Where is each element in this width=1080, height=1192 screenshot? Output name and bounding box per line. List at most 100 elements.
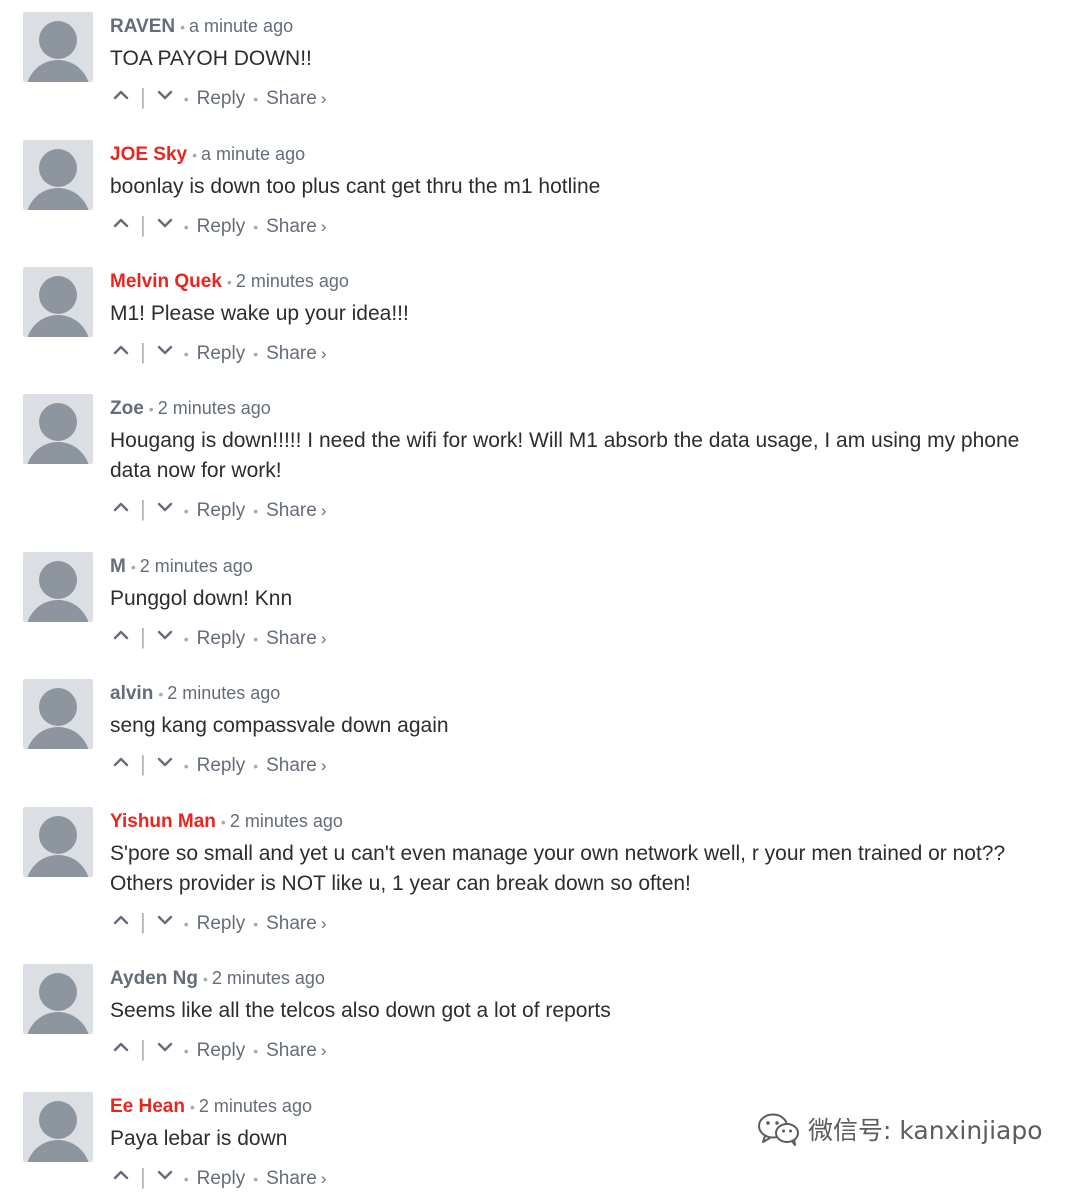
comment-actions: | • Reply • Share › <box>110 909 326 935</box>
comment-meta: Ee Hean • 2 minutes ago <box>110 1094 312 1118</box>
reply-button[interactable]: Reply <box>197 343 246 364</box>
chevron-right-icon: › <box>320 756 327 775</box>
downvote-button[interactable] <box>154 496 176 522</box>
share-button[interactable]: Share › <box>266 88 326 109</box>
chevron-up-icon <box>113 758 129 767</box>
comment-body: Punggol down! Knn <box>110 584 1070 614</box>
comment-text-line: Hougang is down!!!!! I need the wifi for… <box>110 429 1020 452</box>
downvote-button[interactable] <box>154 909 176 935</box>
comment-text-line: data now for work! <box>110 459 282 482</box>
avatar[interactable] <box>23 679 93 749</box>
upvote-button[interactable] <box>110 339 132 365</box>
upvote-button[interactable] <box>110 496 132 522</box>
avatar[interactable] <box>23 12 93 82</box>
action-separator: • <box>183 631 189 647</box>
avatar[interactable] <box>23 552 93 622</box>
downvote-button[interactable] <box>154 339 176 365</box>
comment-timestamp[interactable]: 2 minutes ago <box>158 398 271 418</box>
downvote-button[interactable] <box>154 1164 176 1190</box>
upvote-button[interactable] <box>110 84 132 110</box>
downvote-button[interactable] <box>154 751 176 777</box>
comment-timestamp[interactable]: a minute ago <box>189 16 293 36</box>
action-separator: • <box>253 1171 259 1187</box>
author-name[interactable]: Yishun Man <box>110 811 216 832</box>
comment-timestamp[interactable]: 2 minutes ago <box>212 968 325 988</box>
avatar[interactable] <box>23 1092 93 1162</box>
avatar-head <box>39 688 77 726</box>
chevron-down-icon <box>157 346 172 355</box>
comment-actions: | • Reply • Share › <box>110 496 326 522</box>
author-name[interactable]: M <box>110 556 126 577</box>
comment-timestamp[interactable]: 2 minutes ago <box>140 556 253 576</box>
reply-button[interactable]: Reply <box>197 755 246 776</box>
avatar[interactable] <box>23 807 93 877</box>
action-separator: • <box>253 219 259 235</box>
comment-timestamp[interactable]: 2 minutes ago <box>199 1096 312 1116</box>
vote-divider: | <box>140 909 146 934</box>
share-button[interactable]: Share › <box>266 755 326 776</box>
downvote-button[interactable] <box>154 624 176 650</box>
share-button[interactable]: Share › <box>266 913 326 934</box>
author-name[interactable]: Melvin Quek <box>110 271 222 292</box>
chevron-down-icon <box>157 219 172 228</box>
upvote-button[interactable] <box>110 751 132 777</box>
avatar[interactable] <box>23 140 93 210</box>
reply-button[interactable]: Reply <box>197 1040 246 1061</box>
chevron-up-icon <box>113 631 129 640</box>
downvote-button[interactable] <box>154 1036 176 1062</box>
comment-text-line: Punggol down! Knn <box>110 587 293 610</box>
comment-text-line: S'pore so small and yet u can't even man… <box>110 842 1006 865</box>
chevron-right-icon: › <box>320 1041 327 1060</box>
author-name[interactable]: Ayden Ng <box>110 968 198 989</box>
chevron-up-icon <box>113 503 129 512</box>
comment-actions: | • Reply • Share › <box>110 624 326 650</box>
comment-actions: | • Reply • Share › <box>110 751 326 777</box>
share-label: Share <box>266 628 317 649</box>
share-button[interactable]: Share › <box>266 216 326 237</box>
avatar-body <box>26 855 90 877</box>
upvote-button[interactable] <box>110 624 132 650</box>
avatar-head <box>39 561 77 599</box>
upvote-button[interactable] <box>110 212 132 238</box>
avatar[interactable] <box>23 394 93 464</box>
share-button[interactable]: Share › <box>266 1040 326 1061</box>
author-name[interactable]: Zoe <box>110 398 144 419</box>
reply-button[interactable]: Reply <box>197 216 246 237</box>
downvote-button[interactable] <box>154 212 176 238</box>
upvote-button[interactable] <box>110 909 132 935</box>
meta-separator: • <box>189 1099 195 1115</box>
upvote-button[interactable] <box>110 1036 132 1062</box>
comment-meta: alvin • 2 minutes ago <box>110 681 280 705</box>
action-separator: • <box>253 631 259 647</box>
downvote-button[interactable] <box>154 84 176 110</box>
upvote-button[interactable] <box>110 1164 132 1190</box>
author-name[interactable]: Ee Hean <box>110 1096 185 1117</box>
author-name[interactable]: RAVEN <box>110 16 175 37</box>
action-separator: • <box>253 91 259 107</box>
avatar[interactable] <box>23 964 93 1034</box>
comment-timestamp[interactable]: 2 minutes ago <box>167 683 280 703</box>
comment-timestamp[interactable]: 2 minutes ago <box>230 811 343 831</box>
comment-meta: Melvin Quek • 2 minutes ago <box>110 269 349 293</box>
share-button[interactable]: Share › <box>266 500 326 521</box>
comment-timestamp[interactable]: 2 minutes ago <box>236 271 349 291</box>
action-separator: • <box>183 503 189 519</box>
chevron-right-icon: › <box>320 914 327 933</box>
chevron-right-icon: › <box>320 629 327 648</box>
share-button[interactable]: Share › <box>266 343 326 364</box>
action-separator: • <box>253 346 259 362</box>
share-button[interactable]: Share › <box>266 628 326 649</box>
avatar-body <box>26 188 90 210</box>
comment-timestamp[interactable]: a minute ago <box>201 144 305 164</box>
comment-meta: Zoe • 2 minutes ago <box>110 396 271 420</box>
comment-body: TOA PAYOH DOWN!! <box>110 44 1070 74</box>
reply-button[interactable]: Reply <box>197 913 246 934</box>
author-name[interactable]: alvin <box>110 683 153 704</box>
author-name[interactable]: JOE Sky <box>110 144 187 165</box>
action-separator: • <box>253 916 259 932</box>
reply-button[interactable]: Reply <box>197 88 246 109</box>
reply-button[interactable]: Reply <box>197 628 246 649</box>
comment-text-line: boonlay is down too plus cant get thru t… <box>110 175 601 198</box>
avatar[interactable] <box>23 267 93 337</box>
reply-button[interactable]: Reply <box>197 500 246 521</box>
